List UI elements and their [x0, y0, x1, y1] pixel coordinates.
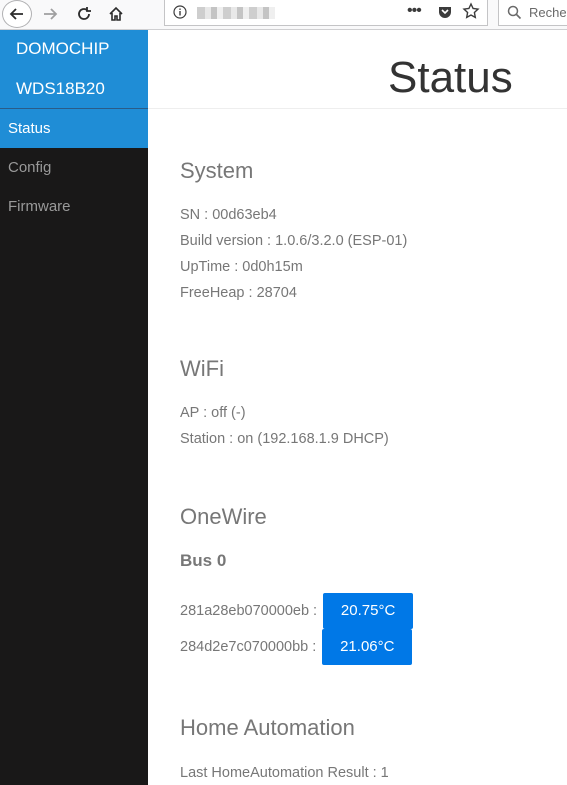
section-title-home-automation: Home Automation: [180, 715, 355, 740]
page-title: Status: [388, 53, 513, 103]
section-title-onewire: OneWire: [180, 504, 267, 529]
bookmark-star-icon[interactable]: [462, 2, 480, 20]
reload-button[interactable]: [72, 2, 96, 26]
search-icon: [507, 5, 522, 20]
system-sn: SN : 00d63eb4: [180, 207, 277, 223]
system-freeheap: FreeHeap : 28704: [180, 285, 297, 301]
page-header: Status: [148, 30, 567, 109]
url-bar[interactable]: •••: [164, 0, 488, 26]
main-content: Status System SN : 00d63eb4 Build versio…: [148, 30, 567, 785]
wifi-ap: AP : off (-): [180, 405, 246, 421]
brand-line-domochip: DOMOCHIP: [16, 39, 110, 58]
sensor-id: 281a28eb070000eb :: [180, 603, 318, 619]
sensor-row: 281a28eb070000eb : 20.75°C: [180, 593, 414, 629]
section-title-system: System: [180, 158, 254, 183]
back-button[interactable]: [2, 0, 32, 28]
brand-line-model: WDS18B20: [16, 79, 105, 98]
temperature-button[interactable]: 21.06°C: [322, 629, 413, 665]
browser-toolbar: ••• Reche: [0, 0, 567, 30]
section-title-wifi: WiFi: [180, 356, 224, 381]
home-button[interactable]: [104, 2, 128, 26]
home-icon: [109, 6, 123, 21]
forward-button[interactable]: [38, 2, 62, 26]
sensor-id: 284d2e7c070000bb :: [180, 639, 317, 655]
brand-heading[interactable]: DOMOCHIP WDS18B20: [0, 30, 148, 108]
arrow-left-icon: [9, 8, 23, 20]
system-uptime: UpTime : 0d0h15m: [180, 259, 303, 275]
sidebar-item-config[interactable]: Config: [0, 148, 148, 187]
sidebar-item-status[interactable]: Status: [0, 109, 148, 148]
info-icon[interactable]: [173, 5, 187, 19]
sidebar: DOMOCHIP WDS18B20 Status Config Firmware: [0, 30, 148, 785]
home-automation-last-result: Last HomeAutomation Result : 1: [180, 765, 389, 781]
wifi-station: Station : on (192.168.1.9 DHCP): [180, 431, 389, 447]
page-actions-menu-icon[interactable]: •••: [407, 2, 422, 20]
system-build-version: Build version : 1.0.6/3.2.0 (ESP-01): [180, 233, 408, 249]
search-placeholder: Reche: [529, 5, 567, 20]
bus-title: Bus 0: [180, 551, 227, 570]
search-input[interactable]: Reche: [498, 0, 567, 26]
temperature-button[interactable]: 20.75°C: [323, 593, 414, 629]
reload-icon: [78, 7, 91, 20]
sensor-row: 284d2e7c070000bb : 21.06°C: [180, 629, 413, 665]
pocket-icon[interactable]: [437, 4, 453, 20]
url-text-redacted: [197, 7, 275, 19]
arrow-right-icon: [44, 8, 58, 20]
sidebar-item-firmware[interactable]: Firmware: [0, 187, 148, 226]
